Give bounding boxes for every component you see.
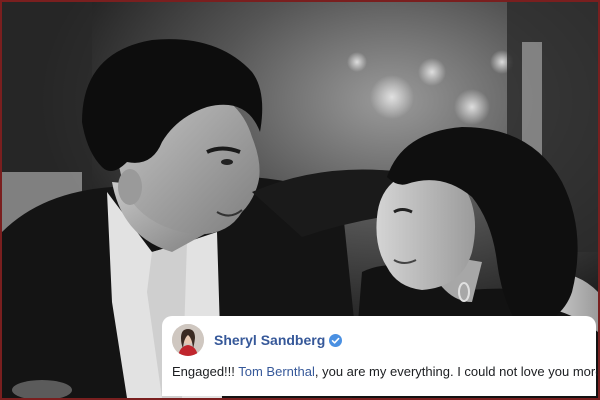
facebook-post-card: Sheryl Sandberg Engaged!!! Tom Bernthal,… — [162, 316, 598, 396]
post-text-before: Engaged!!! — [172, 364, 239, 379]
mention-link[interactable]: Tom Bernthal — [238, 364, 315, 379]
post-text-after: , you are my everything. I could not lov… — [314, 364, 600, 379]
image-frame: Sheryl Sandberg Engaged!!! Tom Bernthal,… — [0, 0, 600, 400]
author-name[interactable]: Sheryl Sandberg — [214, 332, 325, 348]
post-header: Sheryl Sandberg — [172, 322, 586, 358]
verified-check-icon — [329, 333, 343, 347]
post-text: Engaged!!! Tom Bernthal, you are my ever… — [172, 364, 598, 379]
avatar[interactable] — [172, 324, 204, 356]
